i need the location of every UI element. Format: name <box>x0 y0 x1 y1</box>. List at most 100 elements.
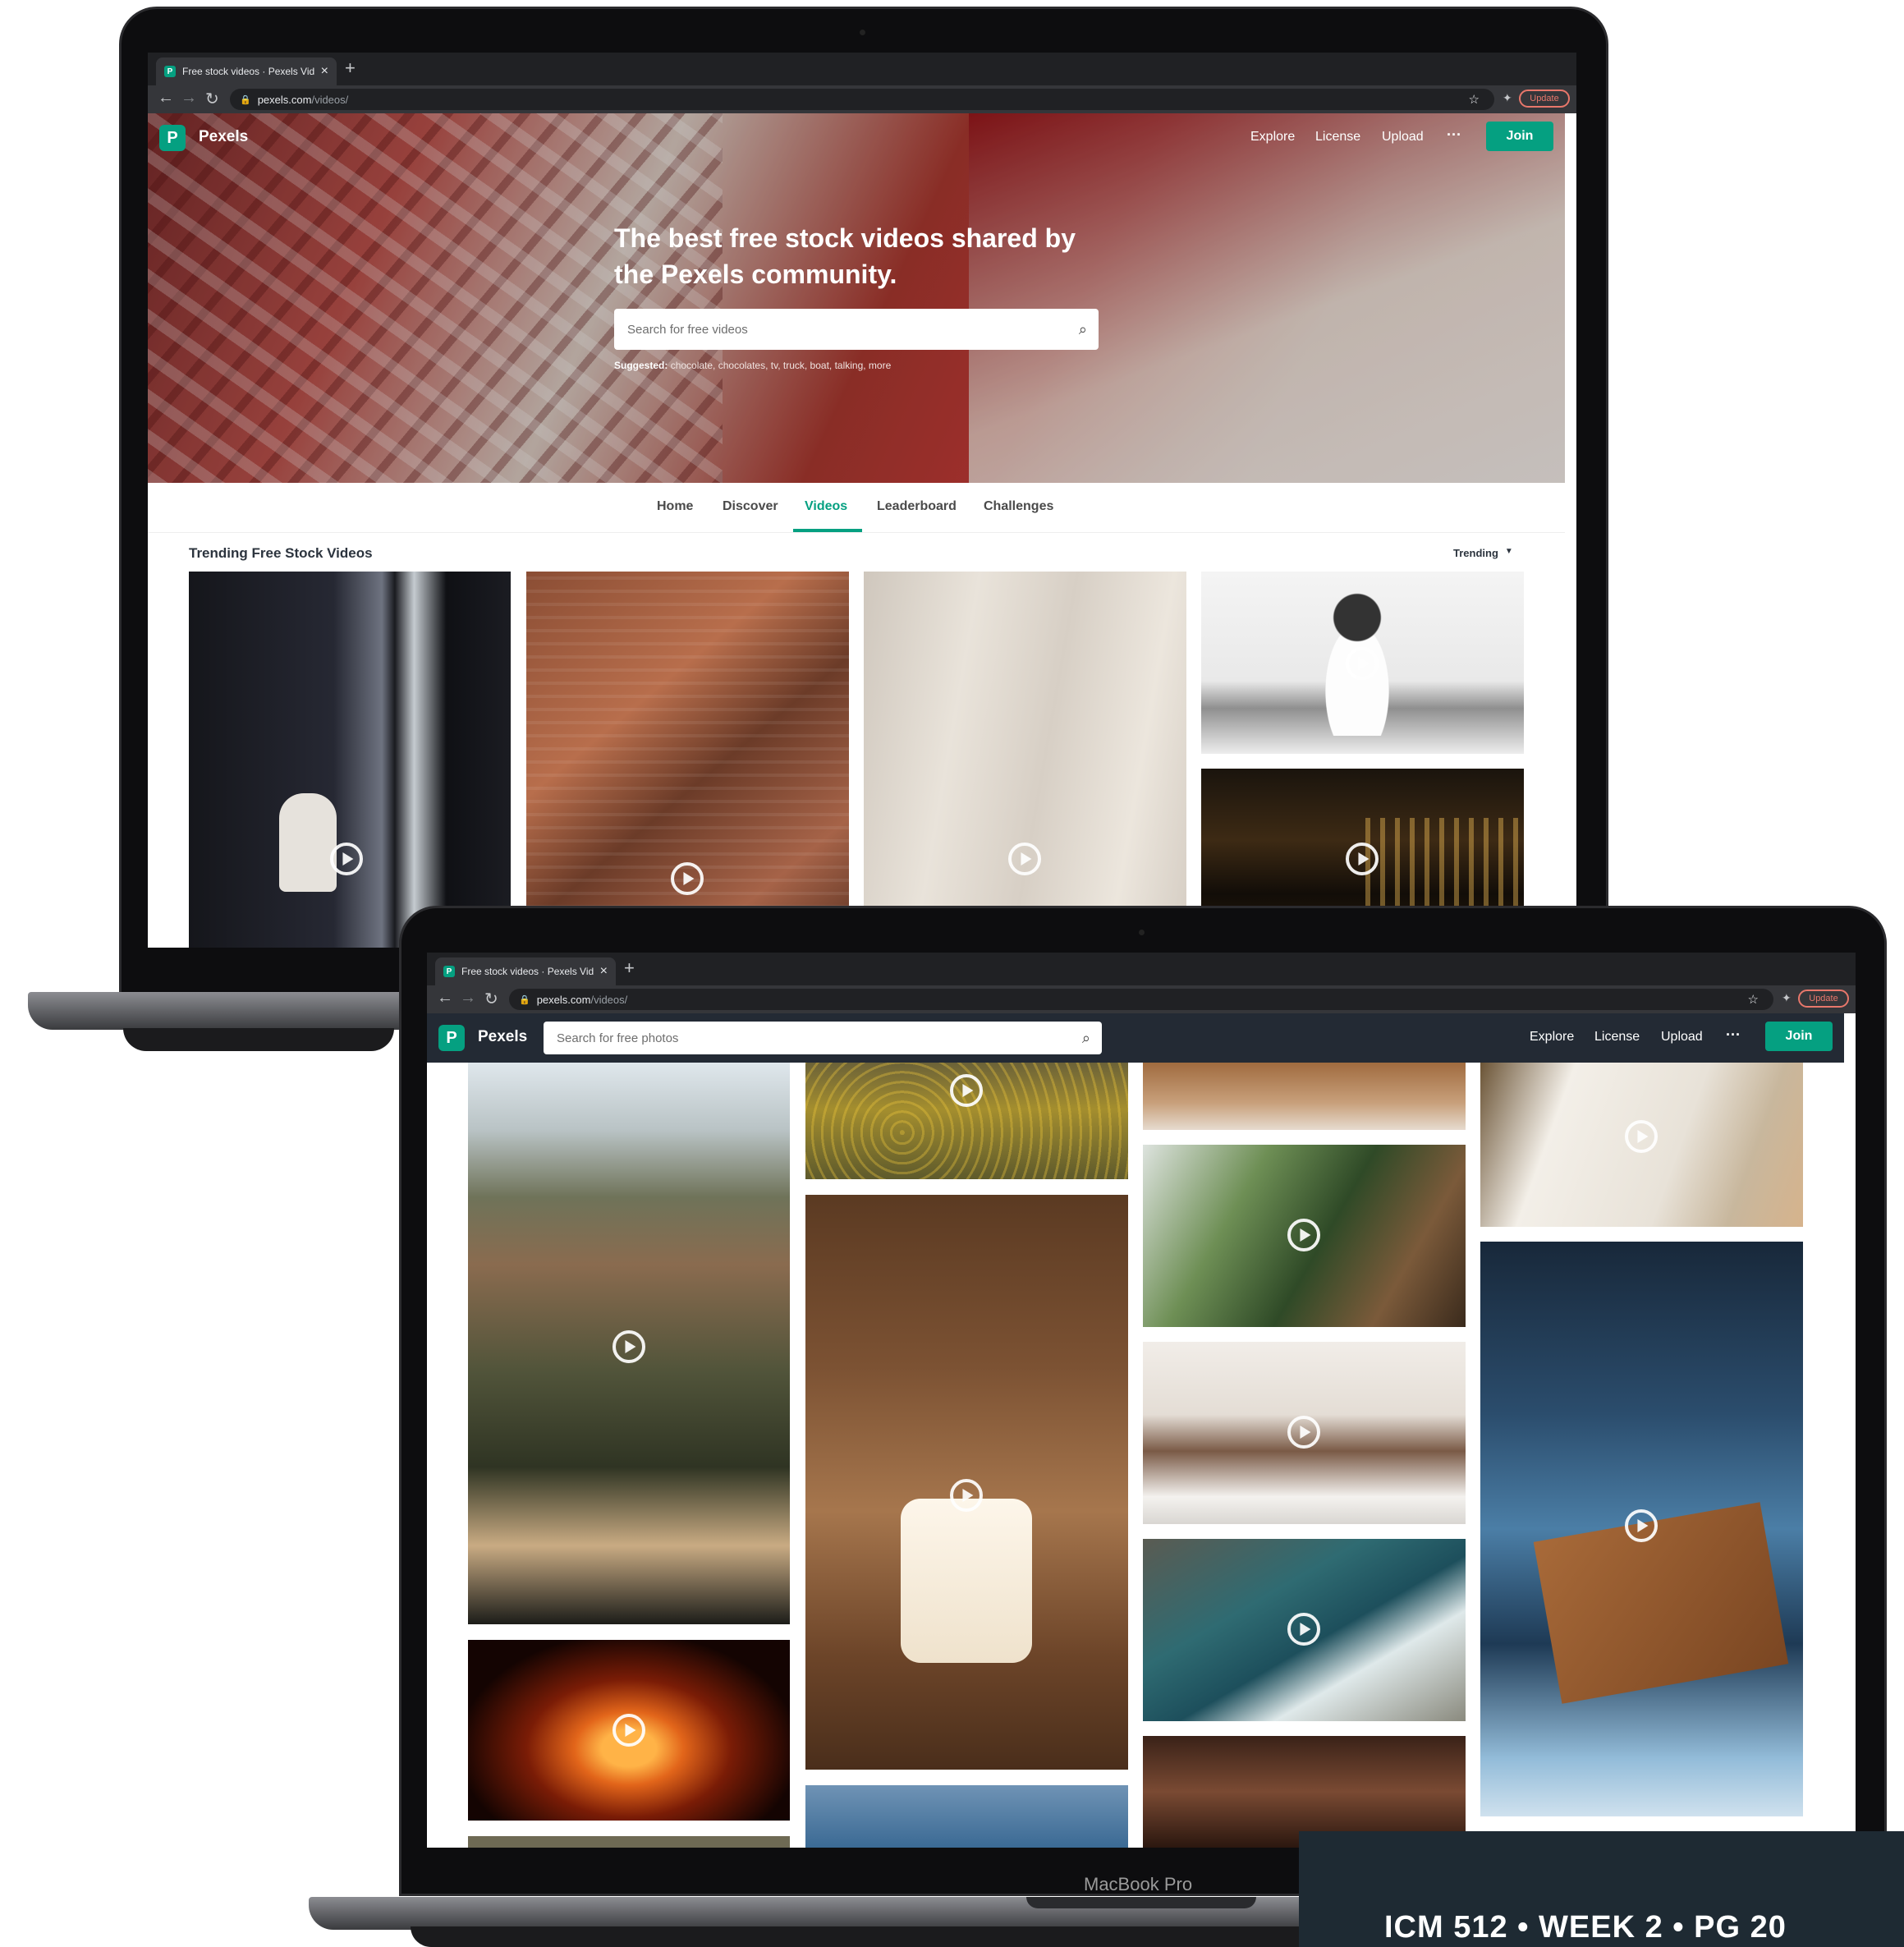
browser-tab-bar: P Free stock videos · Pexels Vide × + <box>148 53 1576 85</box>
video-thumbnail[interactable] <box>1143 1342 1466 1524</box>
header-search-input[interactable]: Search for free photos ⌕ <box>544 1022 1102 1054</box>
close-icon[interactable]: × <box>321 64 328 79</box>
video-thumbnail[interactable] <box>805 1195 1128 1770</box>
play-icon[interactable] <box>1625 1120 1658 1153</box>
lock-icon: 🔒 <box>519 994 530 1005</box>
plus-icon[interactable]: + <box>345 57 356 79</box>
play-icon[interactable] <box>1287 1613 1320 1646</box>
browser-tab[interactable]: P Free stock videos · Pexels Vide × <box>156 57 337 85</box>
browser-tab-bar: P Free stock videos · Pexels Vide × + <box>427 953 1856 985</box>
pexels-favicon: P <box>443 966 455 977</box>
video-thumbnail[interactable] <box>1143 1145 1466 1327</box>
nav-explore[interactable]: Explore <box>1250 130 1295 145</box>
tab-discover[interactable]: Discover <box>723 499 778 514</box>
video-thumbnail[interactable] <box>1201 572 1524 754</box>
video-thumbnail <box>805 1785 1128 1848</box>
laptop-bottom-screen: P Free stock videos · Pexels Vide × + ← … <box>427 953 1856 1848</box>
video-thumbnail[interactable] <box>864 572 1186 948</box>
reload-icon[interactable]: ↻ <box>484 989 498 1009</box>
video-thumbnail[interactable] <box>1143 1539 1466 1721</box>
sort-dropdown[interactable]: Trending ▼ <box>1453 547 1513 559</box>
hero-banner: P Pexels Explore License Upload ··· Join… <box>148 113 1565 483</box>
tab-active-indicator <box>793 529 862 532</box>
join-button[interactable]: Join <box>1486 122 1553 151</box>
close-icon[interactable]: × <box>600 964 608 979</box>
video-thumbnail[interactable] <box>526 572 849 948</box>
more-menu-icon[interactable]: ··· <box>1726 1026 1741 1044</box>
search-icon[interactable]: ⌕ <box>1082 1030 1090 1047</box>
header-search-placeholder: Search for free photos <box>557 1031 679 1045</box>
laptop-top-screen: P Free stock videos · Pexels Vide × + ← … <box>148 53 1576 948</box>
chevron-down-icon: ▼ <box>1504 547 1513 556</box>
video-thumbnail[interactable] <box>805 1063 1128 1179</box>
play-icon[interactable] <box>330 843 363 875</box>
video-thumbnail[interactable] <box>189 572 511 948</box>
site-header: P Pexels Search for free photos ⌕ Explor… <box>427 1013 1844 1063</box>
more-menu-icon[interactable]: ··· <box>1447 126 1461 144</box>
plus-icon[interactable]: + <box>624 957 635 979</box>
nav-explore[interactable]: Explore <box>1530 1030 1574 1045</box>
tab-videos[interactable]: Videos <box>805 499 847 514</box>
search-icon[interactable]: ⌕ <box>1079 321 1087 338</box>
play-icon[interactable] <box>1008 843 1041 875</box>
nav-license[interactable]: License <box>1594 1030 1640 1045</box>
extensions-icon[interactable]: ✦ <box>1503 91 1512 105</box>
reload-icon[interactable]: ↻ <box>205 89 219 109</box>
section-title: Trending Free Stock Videos <box>189 545 373 561</box>
brand-name[interactable]: Pexels <box>199 128 248 146</box>
hero-search-placeholder: Search for free videos <box>627 322 748 337</box>
join-button[interactable]: Join <box>1765 1022 1833 1051</box>
back-icon[interactable]: ← <box>437 989 453 1008</box>
video-thumbnail[interactable] <box>1480 1242 1803 1816</box>
star-icon[interactable]: ☆ <box>1748 992 1759 1007</box>
video-thumbnail[interactable] <box>1143 1063 1466 1130</box>
play-icon[interactable] <box>1346 843 1379 875</box>
suggested-items[interactable]: chocolate, chocolates, tv, truck, boat, … <box>671 360 892 371</box>
update-button[interactable]: Update <box>1519 90 1570 108</box>
browser-address-bar: ← → ↻ 🔒 pexels.com/videos/ ☆ ✦ Update <box>427 985 1856 1013</box>
video-thumbnail[interactable] <box>1480 1063 1803 1227</box>
video-thumbnail <box>468 1836 790 1848</box>
play-icon[interactable] <box>950 1479 983 1512</box>
url-field[interactable]: 🔒 pexels.com/videos/ ☆ <box>509 989 1773 1010</box>
extensions-icon[interactable]: ✦ <box>1782 991 1792 1005</box>
tab-leaderboard[interactable]: Leaderboard <box>877 499 957 514</box>
nav-upload[interactable]: Upload <box>1382 130 1424 145</box>
laptop-bottom-camera <box>1139 930 1145 935</box>
play-icon[interactable] <box>1625 1509 1658 1542</box>
video-thumbnail[interactable] <box>468 1640 790 1821</box>
pexels-logo[interactable]: P <box>438 1025 465 1051</box>
tab-title: Free stock videos · Pexels Vide <box>182 66 314 77</box>
laptop-top-foot <box>123 1028 394 1051</box>
brand-name[interactable]: Pexels <box>478 1028 527 1046</box>
video-thumbnail[interactable] <box>468 1063 790 1624</box>
play-icon[interactable] <box>1287 1416 1320 1449</box>
play-icon[interactable] <box>1287 1219 1320 1251</box>
browser-tab[interactable]: P Free stock videos · Pexels Vide × <box>435 957 616 985</box>
url-path: /videos/ <box>590 993 628 1006</box>
play-icon[interactable] <box>612 1714 645 1747</box>
forward-icon[interactable]: → <box>181 89 197 108</box>
nav-license[interactable]: License <box>1315 130 1360 145</box>
suggested-searches: Suggested: chocolate, chocolates, tv, tr… <box>614 360 891 371</box>
url-path: /videos/ <box>311 93 349 106</box>
pexels-logo[interactable]: P <box>159 125 186 151</box>
back-icon[interactable]: ← <box>158 89 174 108</box>
nav-upload[interactable]: Upload <box>1661 1030 1703 1045</box>
url-field[interactable]: 🔒 pexels.com/videos/ ☆ <box>230 89 1494 110</box>
macbook-label: MacBook Pro <box>1084 1874 1193 1894</box>
suggested-label: Suggested: <box>614 360 668 371</box>
tab-home[interactable]: Home <box>657 499 693 514</box>
play-icon[interactable] <box>671 862 704 895</box>
tab-challenges[interactable]: Challenges <box>984 499 1053 514</box>
tab-title: Free stock videos · Pexels Vide <box>461 966 594 977</box>
pexels-favicon: P <box>164 66 176 77</box>
update-button[interactable]: Update <box>1798 990 1849 1008</box>
play-icon[interactable] <box>1346 647 1379 680</box>
star-icon[interactable]: ☆ <box>1469 92 1480 107</box>
play-icon[interactable] <box>612 1330 645 1363</box>
hero-title: The best free stock videos shared by the… <box>614 223 1076 289</box>
play-icon[interactable] <box>950 1074 983 1107</box>
hero-search-input[interactable]: Search for free videos ⌕ <box>614 309 1099 350</box>
forward-icon[interactable]: → <box>460 989 476 1008</box>
